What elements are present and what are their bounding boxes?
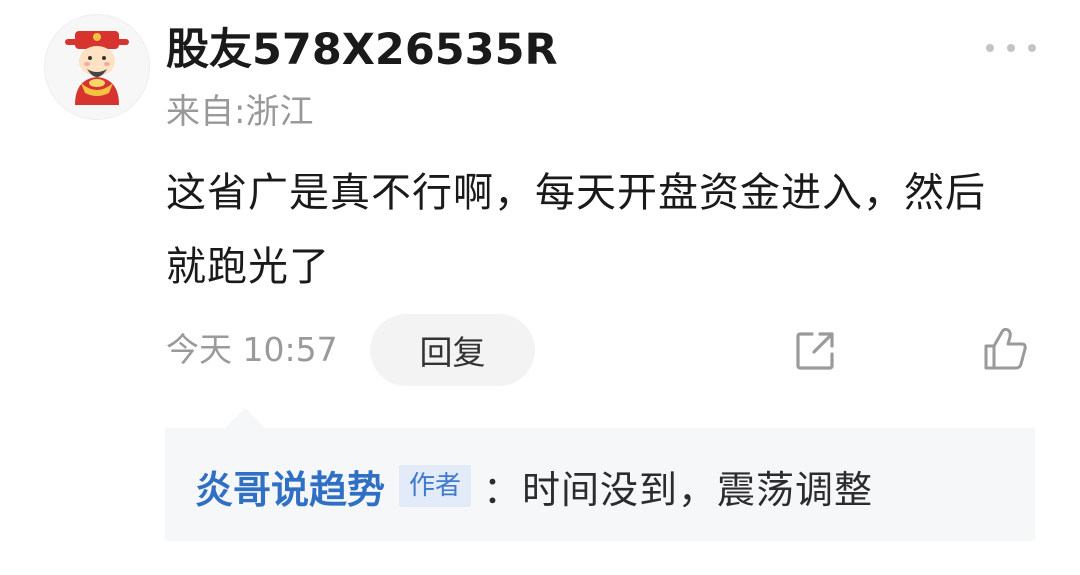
dot: [986, 44, 994, 52]
author-reply: 炎哥说趋势 作者 ：时间没到，震荡调整: [195, 458, 873, 514]
reply-pointer: [225, 408, 265, 428]
avatar[interactable]: [44, 14, 150, 120]
reply-text: ：时间没到，震荡调整: [483, 467, 874, 512]
comment-time: 今天 10:57: [166, 330, 338, 369]
author-badge: 作者: [399, 465, 472, 507]
location-label: 来自:浙江: [166, 92, 314, 132]
more-dots-icon[interactable]: [986, 36, 1036, 60]
dot: [1007, 44, 1015, 52]
comment-text: 这省广是真不行啊，每天开盘资金进入，然后就跑光了: [166, 170, 986, 290]
reply-button[interactable]: 回复: [370, 314, 535, 386]
username[interactable]: 股友578X26535R: [166, 22, 558, 78]
caishen-avatar-icon: [65, 31, 129, 105]
reply-author-link[interactable]: 炎哥说趋势: [195, 459, 385, 514]
share-icon[interactable]: [792, 326, 840, 374]
comment-card: 股友578X26535R 来自:浙江 这省广是真不行啊，每天开盘资金进入，然后就…: [0, 0, 1080, 575]
dot: [1028, 44, 1036, 52]
thumbs-up-icon[interactable]: [980, 324, 1030, 374]
